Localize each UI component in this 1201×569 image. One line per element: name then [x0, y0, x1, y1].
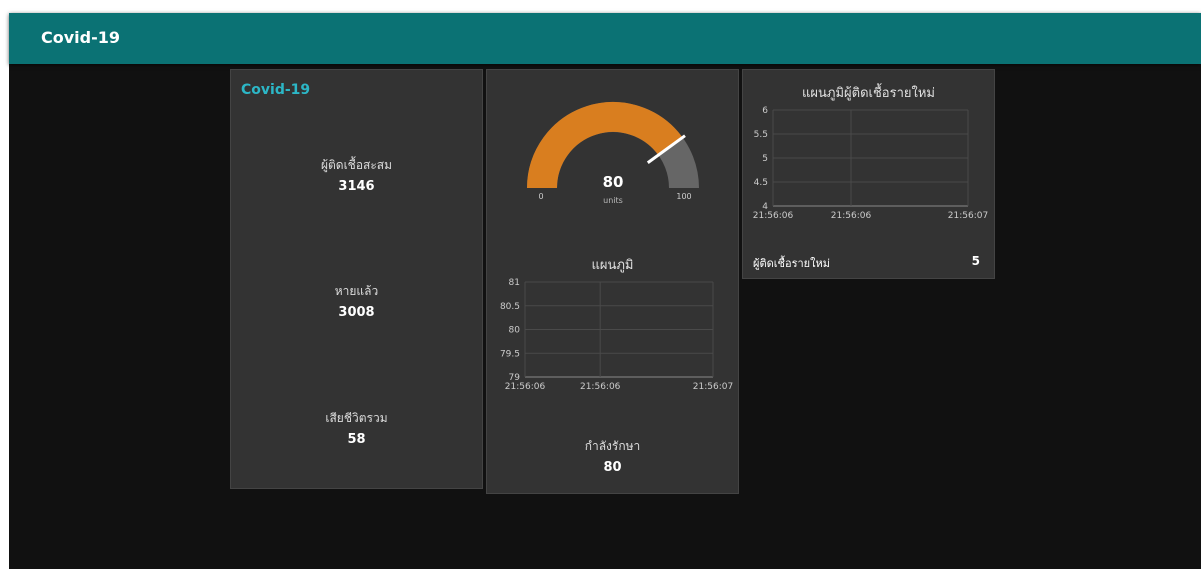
y-tick-label: 81 — [509, 278, 520, 288]
new-cases-card: แผนภูมิผู้ติดเชื้อรายใหม่ 6 5.5 5 4.5 4 21:56… — [742, 69, 995, 279]
y-tick-label: 80.5 — [500, 302, 520, 312]
top-bar: Covid-19 — [9, 13, 1201, 64]
gauge-chart-card: 80 units 0 100 แผนภูมิ 81 80.5 80 79.5 79 21:… — [486, 69, 739, 494]
x-tick-label: 21:56:06 — [753, 211, 794, 221]
x-tick-label: 21:56:07 — [693, 382, 733, 392]
stat-value: 3146 — [338, 179, 375, 194]
stat-recovered: หายแล้ว 3008 — [231, 282, 482, 320]
stat-label: ผู้ติดเชื้อสะสม — [320, 158, 393, 172]
stat-label: เสียชีวิตรวม — [325, 411, 388, 425]
stat-total-cases: ผู้ติดเชื้อสะสม 3146 — [231, 156, 482, 194]
y-tick-label: 4.5 — [754, 178, 768, 188]
gauge-units: units — [603, 196, 623, 205]
new-cases-label: ผู้ติดเชื้อรายใหม่ — [753, 257, 830, 270]
summary-card-title: Covid-19 — [241, 82, 311, 98]
treatment-stat: กำลังรักษา 80 — [487, 437, 738, 475]
x-tick-label: 21:56:06 — [505, 382, 546, 392]
stat-value: 3008 — [338, 305, 375, 320]
y-tick-label: 80 — [509, 326, 521, 336]
x-tick-label: 21:56:06 — [580, 382, 621, 392]
y-tick-label: 5.5 — [754, 130, 768, 140]
stat-value: 80 — [603, 460, 622, 475]
stat-label: หายแล้ว — [334, 284, 379, 298]
line-chart: 8180.58079.57921:56:06 21:56:06 21:56:07 — [500, 278, 733, 392]
y-tick-label: 5 — [762, 154, 768, 164]
gauge-value: 80 — [603, 173, 624, 191]
stat-label: กำลังรักษา — [584, 439, 641, 453]
stat-value: 58 — [347, 432, 366, 447]
app-title: Covid-19 — [41, 28, 121, 47]
x-tick-label: 21:56:07 — [948, 211, 988, 221]
new-cases-chart: 65.554.5421:56:06 21:56:06 21:56:07 — [753, 106, 988, 221]
new-cases-value: 5 — [971, 254, 980, 268]
gauge: 80 units 0 100 — [527, 102, 699, 205]
x-tick-label: 21:56:06 — [831, 211, 872, 221]
y-tick-label: 79.5 — [500, 349, 520, 359]
dashboard-frame: Covid-19 Covid-19 ผู้ติดเชื้อสะสม 3146 ห… — [9, 13, 1201, 569]
y-tick-label: 6 — [762, 106, 768, 116]
stat-deaths: เสียชีวิตรวม 58 — [231, 409, 482, 447]
gauge-max-label: 100 — [676, 192, 691, 201]
summary-card: Covid-19 ผู้ติดเชื้อสะสม 3146 หายแล้ว 30… — [230, 69, 483, 489]
gauge-min-label: 0 — [538, 192, 543, 201]
